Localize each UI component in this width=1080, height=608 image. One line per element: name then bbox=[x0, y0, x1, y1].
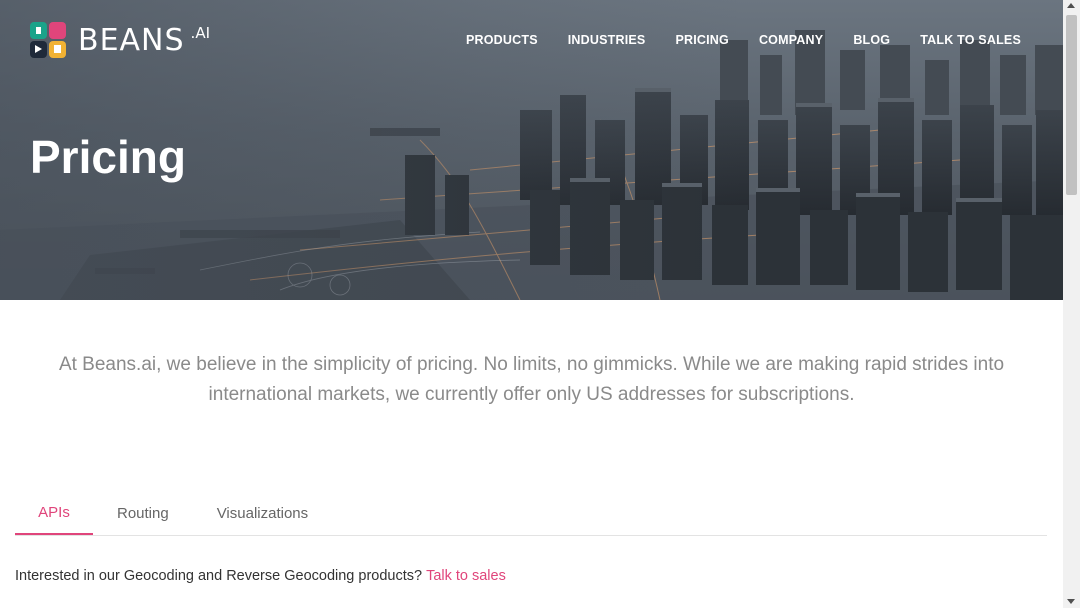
main-navigation: PRODUCTS INDUSTRIES PRICING COMPANY BLOG… bbox=[466, 33, 1021, 47]
geocoding-note: Interested in our Geocoding and Reverse … bbox=[15, 568, 506, 584]
nav-talk-to-sales[interactable]: TALK TO SALES bbox=[920, 33, 1021, 47]
nav-blog[interactable]: BLOG bbox=[853, 33, 890, 47]
nav-industries[interactable]: INDUSTRIES bbox=[568, 33, 646, 47]
scroll-down-icon[interactable] bbox=[1067, 599, 1075, 604]
tab-visualizations[interactable]: Visualizations bbox=[193, 492, 332, 535]
pricing-intro-text: At Beans.ai, we believe in the simplicit… bbox=[58, 354, 1005, 405]
pricing-tabs: APIs Routing Visualizations bbox=[15, 492, 1047, 536]
tab-apis[interactable]: APIs bbox=[15, 492, 93, 535]
nav-company[interactable]: COMPANY bbox=[759, 33, 823, 47]
scroll-up-icon[interactable] bbox=[1067, 3, 1075, 8]
logo-suffix: .AI bbox=[190, 24, 210, 42]
page-title: Pricing bbox=[30, 131, 186, 183]
brand-logo[interactable]: BEANS .AI bbox=[30, 22, 210, 60]
nav-pricing[interactable]: PRICING bbox=[675, 33, 729, 47]
beans-logo-icon bbox=[30, 22, 66, 58]
hero-banner: BEANS .AI PRODUCTS INDUSTRIES PRICING CO… bbox=[0, 0, 1063, 300]
tab-routing[interactable]: Routing bbox=[93, 492, 193, 535]
page-scrollbar[interactable] bbox=[1063, 0, 1080, 608]
logo-wordmark: BEANS bbox=[78, 23, 185, 58]
nav-products[interactable]: PRODUCTS bbox=[466, 33, 538, 47]
talk-to-sales-link[interactable]: Talk to sales bbox=[426, 568, 506, 584]
geocoding-note-text: Interested in our Geocoding and Reverse … bbox=[15, 568, 423, 584]
scroll-thumb[interactable] bbox=[1066, 15, 1077, 195]
